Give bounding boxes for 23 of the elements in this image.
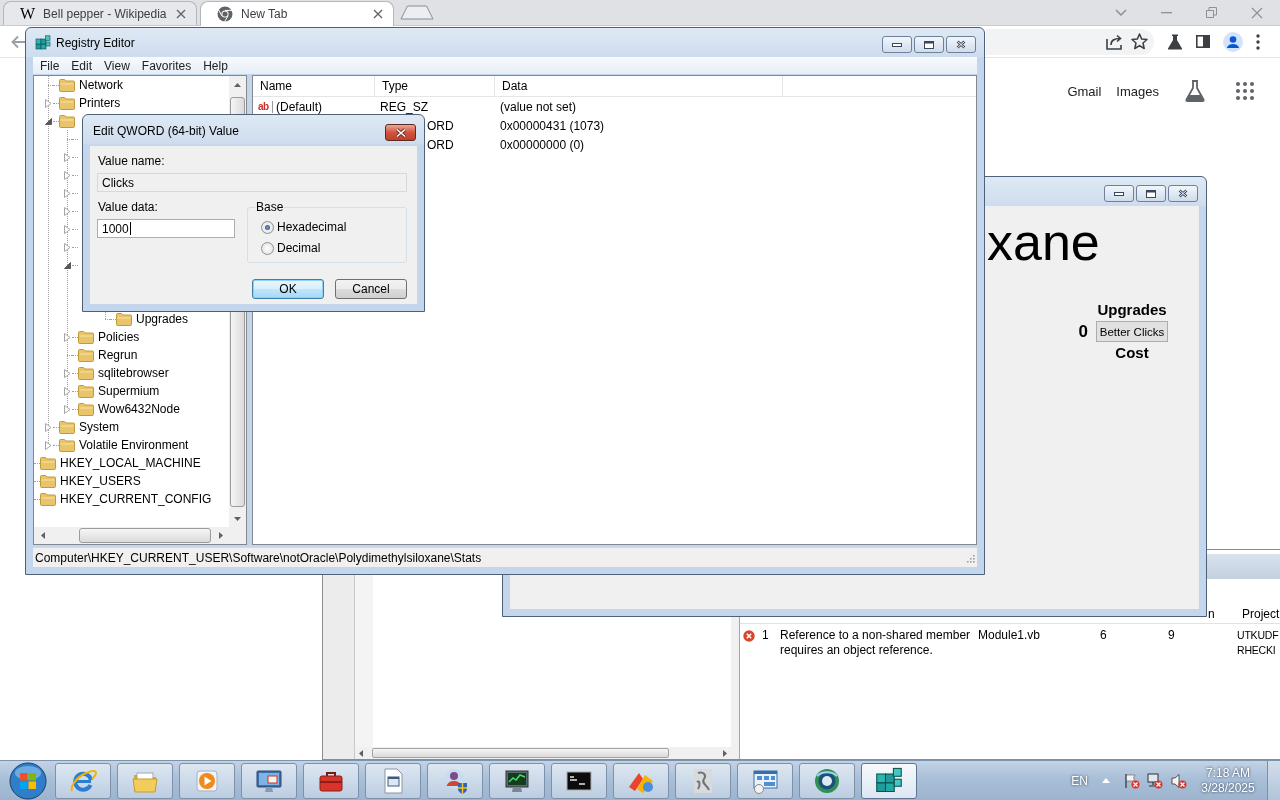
error-column: 9: [1168, 628, 1175, 642]
value-type: ORD: [427, 138, 454, 151]
error-number: 1: [762, 628, 769, 642]
error-file: Module1.vb: [978, 628, 1041, 642]
game-title: xane: [987, 212, 1100, 272]
error-line: 6: [1100, 628, 1107, 642]
error-project: UTKUDF RHECKI: [1237, 629, 1279, 656]
status-text: Computer\HKEY_CURRENT_USER\Software\notOracle\Polydimethylsiloxane\Stats: [35, 550, 482, 565]
field-label: Value name:: [97, 154, 166, 168]
favicon: W: [20, 5, 36, 22]
value-type: REG_SZ: [380, 100, 428, 113]
value-type: ORD: [427, 119, 454, 132]
value-data: 0x00000431 (1073): [500, 119, 605, 132]
group-box-label: Base: [255, 200, 285, 214]
cost-label: Cost: [1114, 344, 1150, 362]
window-title: Registry Editor: [56, 35, 135, 50]
value-data: 0x00000000 (0): [500, 138, 585, 151]
upgrades-heading: Upgrades: [1096, 301, 1168, 319]
field-label: Value data:: [97, 200, 159, 214]
error-description: Reference to a non-shared member requires an object reference.: [780, 628, 971, 657]
upgrade-count: 0: [1077, 321, 1089, 342]
dialog-title: Edit QWORD (64-bit) Value: [93, 123, 239, 138]
value-data: (value not set): [500, 100, 577, 113]
